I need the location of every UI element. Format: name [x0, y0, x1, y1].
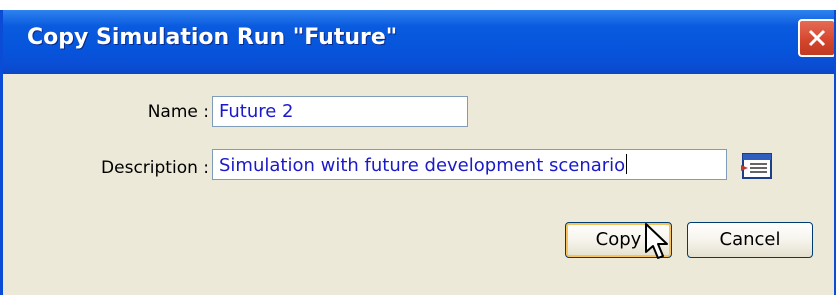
dialog-title: Copy Simulation Run "Future"	[27, 25, 398, 50]
name-label: Name :	[147, 102, 209, 122]
copy-button[interactable]: Copy	[565, 222, 672, 258]
copy-simulation-dialog: Copy Simulation Run "Future" Name : Futu…	[0, 10, 836, 295]
title-bar[interactable]: Copy Simulation Run "Future"	[3, 10, 834, 74]
text-editor-icon	[741, 153, 772, 179]
description-editor-button[interactable]	[740, 151, 774, 185]
cancel-button[interactable]: Cancel	[687, 222, 813, 258]
name-value: Future 2	[219, 101, 294, 122]
description-label: Description :	[101, 158, 209, 178]
description-value: Simulation with future development scena…	[219, 155, 626, 176]
name-field[interactable]: Future 2	[212, 96, 468, 127]
description-field[interactable]: Simulation with future development scena…	[212, 149, 727, 180]
close-button[interactable]	[798, 19, 834, 57]
close-icon	[808, 29, 826, 47]
text-caret	[626, 154, 628, 174]
